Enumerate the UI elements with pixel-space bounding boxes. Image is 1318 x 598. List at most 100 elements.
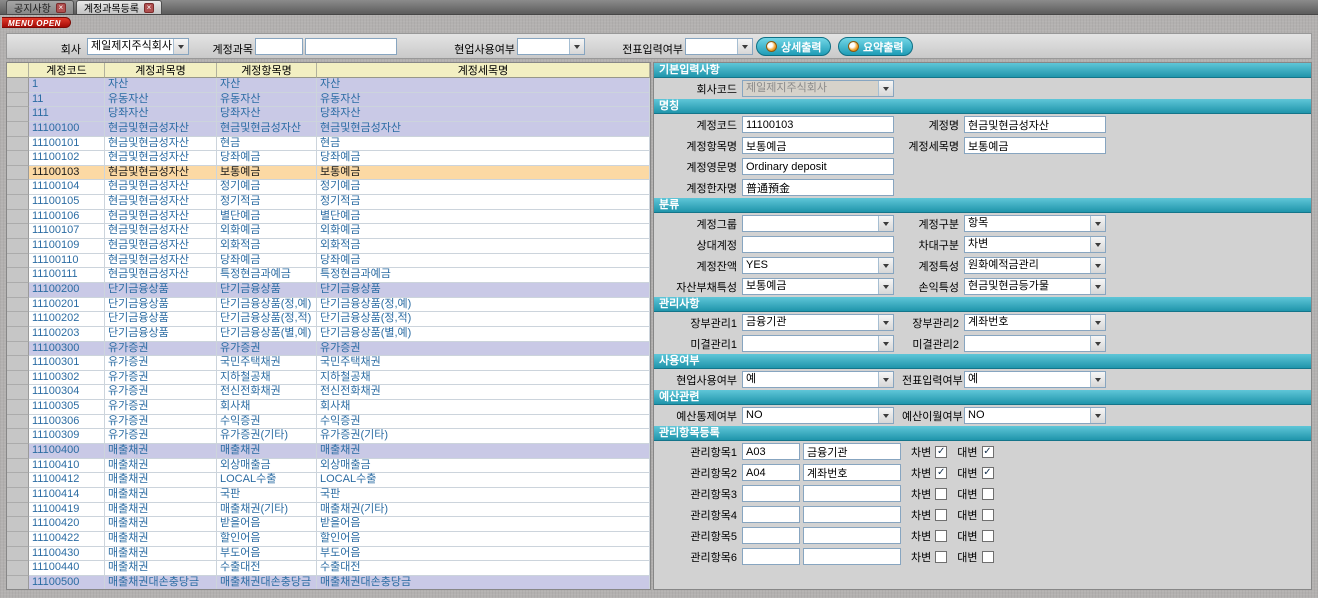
debit-checkbox[interactable]: [935, 530, 947, 542]
grid-row[interactable]: 11100420매출채권받을어음받을어음: [7, 517, 650, 532]
grid-header-cell[interactable]: 계정항목명: [217, 63, 317, 78]
dropdown-arrow-icon[interactable]: [878, 216, 893, 231]
debit-checkbox[interactable]: [935, 446, 947, 458]
tab-notice[interactable]: 공지사항 ×: [6, 0, 74, 14]
grid-row[interactable]: 11100107현금및현금성자산외화예금외화예금: [7, 224, 650, 239]
field-use-filter-select[interactable]: [517, 38, 585, 55]
dropdown-arrow-icon[interactable]: [1090, 279, 1105, 294]
close-icon[interactable]: ×: [56, 3, 66, 13]
credit-checkbox[interactable]: [982, 530, 994, 542]
dropdown-arrow-icon[interactable]: [878, 336, 893, 351]
grid-row[interactable]: 11100412매출채권LOCAL수출LOCAL수출: [7, 473, 650, 488]
account-item-name-input[interactable]: [742, 137, 894, 154]
account-attribute-select[interactable]: 원화예적금관리: [964, 257, 1106, 274]
grid-row[interactable]: 11100111현금및현금성자산특정현금과예금특정현금과예금: [7, 268, 650, 283]
dropdown-arrow-icon[interactable]: [878, 408, 893, 423]
mgmt-code-input[interactable]: [742, 464, 800, 481]
dropdown-arrow-icon[interactable]: [878, 279, 893, 294]
grid-row[interactable]: 11100109현금및현금성자산외화적금외화적금: [7, 239, 650, 254]
dropdown-arrow-icon[interactable]: [1090, 336, 1105, 351]
slip-entry-select[interactable]: 예: [964, 371, 1106, 388]
dropdown-arrow-icon[interactable]: [1090, 315, 1105, 330]
grid-header-cell[interactable]: 계정코드: [29, 63, 105, 78]
grid-row[interactable]: 11100419매출채권매출채권(기타)매출채권(기타): [7, 503, 650, 518]
debit-checkbox[interactable]: [935, 551, 947, 563]
account-hanja-name-input[interactable]: [742, 179, 894, 196]
grid-row[interactable]: 11100400매출채권매출채권매출채권: [7, 444, 650, 459]
dropdown-arrow-icon[interactable]: [569, 39, 584, 54]
grid-row[interactable]: 11100104현금및현금성자산정기예금정기예금: [7, 180, 650, 195]
open-item-mgmt2-select[interactable]: [964, 335, 1106, 352]
grid-row[interactable]: 11100301유가증권국민주택채권국민주택채권: [7, 356, 650, 371]
mgmt-code-input[interactable]: [742, 548, 800, 565]
mgmt-code-input[interactable]: [742, 506, 800, 523]
summary-print-button[interactable]: 요약출력: [838, 37, 913, 56]
close-icon[interactable]: ×: [144, 3, 154, 13]
budget-control-select[interactable]: NO: [742, 407, 894, 424]
ledger-mgmt1-select[interactable]: 금융기관: [742, 314, 894, 331]
grid-row[interactable]: 11100105현금및현금성자산정기적금정기적금: [7, 195, 650, 210]
detail-print-button[interactable]: 상세출력: [756, 37, 831, 56]
grid-row[interactable]: 11100430매출채권부도어음부도어음: [7, 547, 650, 562]
dropdown-arrow-icon[interactable]: [1090, 408, 1105, 423]
grid-row[interactable]: 11100102현금및현금성자산당좌예금당좌예금: [7, 151, 650, 166]
grid-row[interactable]: 11100300유가증권유가증권유가증권: [7, 342, 650, 357]
grid-header-cell[interactable]: 계정과목명: [105, 63, 217, 78]
budget-carryover-select[interactable]: NO: [964, 407, 1106, 424]
field-use-select[interactable]: 예: [742, 371, 894, 388]
account-english-name-input[interactable]: [742, 158, 894, 175]
mgmt-name-input[interactable]: [803, 443, 901, 460]
grid-row[interactable]: 11100203단기금융상품단기금융상품(별,예)단기금융상품(별,예): [7, 327, 650, 342]
grid-row[interactable]: 11100201단기금융상품단기금융상품(정,예)단기금융상품(정,예): [7, 298, 650, 313]
grid-row[interactable]: 11100305유가증권회사채회사채: [7, 400, 650, 415]
dropdown-arrow-icon[interactable]: [1090, 237, 1105, 252]
grid-row[interactable]: 11100422매출채권할인어음할인어음: [7, 532, 650, 547]
grid-row[interactable]: 11100440매출채권수출대전수출대전: [7, 561, 650, 576]
asset-liability-attr-select[interactable]: 보통예금: [742, 278, 894, 295]
mgmt-name-input[interactable]: [803, 464, 901, 481]
ledger-mgmt2-select[interactable]: 계좌번호: [964, 314, 1106, 331]
credit-checkbox[interactable]: [982, 509, 994, 521]
credit-checkbox[interactable]: [982, 446, 994, 458]
credit-checkbox[interactable]: [982, 551, 994, 563]
company-code-select[interactable]: 제일제지주식회사: [742, 80, 894, 97]
dropdown-arrow-icon[interactable]: [1090, 372, 1105, 387]
grid-row[interactable]: 11100110현금및현금성자산당좌예금당좌예금: [7, 254, 650, 269]
mgmt-code-input[interactable]: [742, 485, 800, 502]
slip-entry-filter-select[interactable]: [685, 38, 753, 55]
debit-credit-type-select[interactable]: 차변: [964, 236, 1106, 253]
debit-checkbox[interactable]: [935, 509, 947, 521]
grid-row[interactable]: 11100302유가증권지하철공채지하철공채: [7, 371, 650, 386]
mgmt-name-input[interactable]: [803, 527, 901, 544]
company-select[interactable]: 제일제지주식회사: [87, 38, 189, 55]
mgmt-name-input[interactable]: [803, 548, 901, 565]
credit-checkbox[interactable]: [982, 467, 994, 479]
dropdown-arrow-icon[interactable]: [878, 372, 893, 387]
grid-row[interactable]: 11100103현금및현금성자산보통예금보통예금: [7, 166, 650, 181]
grid-row[interactable]: 11100410매출채권외상매출금외상매출금: [7, 459, 650, 474]
grid-row[interactable]: 11100202단기금융상품단기금융상품(정,적)단기금융상품(정,적): [7, 312, 650, 327]
account-name-filter-input[interactable]: [305, 38, 397, 55]
account-balance-select[interactable]: YES: [742, 257, 894, 274]
account-type-select[interactable]: 항목: [964, 215, 1106, 232]
account-code-filter-input[interactable]: [255, 38, 303, 55]
mgmt-code-input[interactable]: [742, 443, 800, 460]
grid-row[interactable]: 11100101현금및현금성자산현금현금: [7, 137, 650, 152]
account-code-input[interactable]: [742, 116, 894, 133]
grid-row[interactable]: 11100414매출채권국판국판: [7, 488, 650, 503]
grid-row[interactable]: 11100106현금및현금성자산별단예금별단예금: [7, 210, 650, 225]
dropdown-arrow-icon[interactable]: [1090, 216, 1105, 231]
dropdown-arrow-icon[interactable]: [878, 315, 893, 330]
dropdown-arrow-icon[interactable]: [878, 258, 893, 273]
grid-row[interactable]: 11100100현금및현금성자산현금및현금성자산현금및현금성자산: [7, 122, 650, 137]
open-item-mgmt1-select[interactable]: [742, 335, 894, 352]
profit-loss-attr-select[interactable]: 현금및현금등가물: [964, 278, 1106, 295]
grid-row[interactable]: 11100306유가증권수익증권수익증권: [7, 415, 650, 430]
grid-row[interactable]: 11유동자산유동자산유동자산: [7, 93, 650, 108]
tab-account-register[interactable]: 계정과목등록 ×: [76, 0, 162, 14]
account-detail-name-input[interactable]: [964, 137, 1106, 154]
grid-header-cell[interactable]: 계정세목명: [317, 63, 650, 78]
debit-checkbox[interactable]: [935, 467, 947, 479]
dropdown-arrow-icon[interactable]: [878, 81, 893, 96]
menu-open-button[interactable]: MENU OPEN: [2, 17, 71, 28]
